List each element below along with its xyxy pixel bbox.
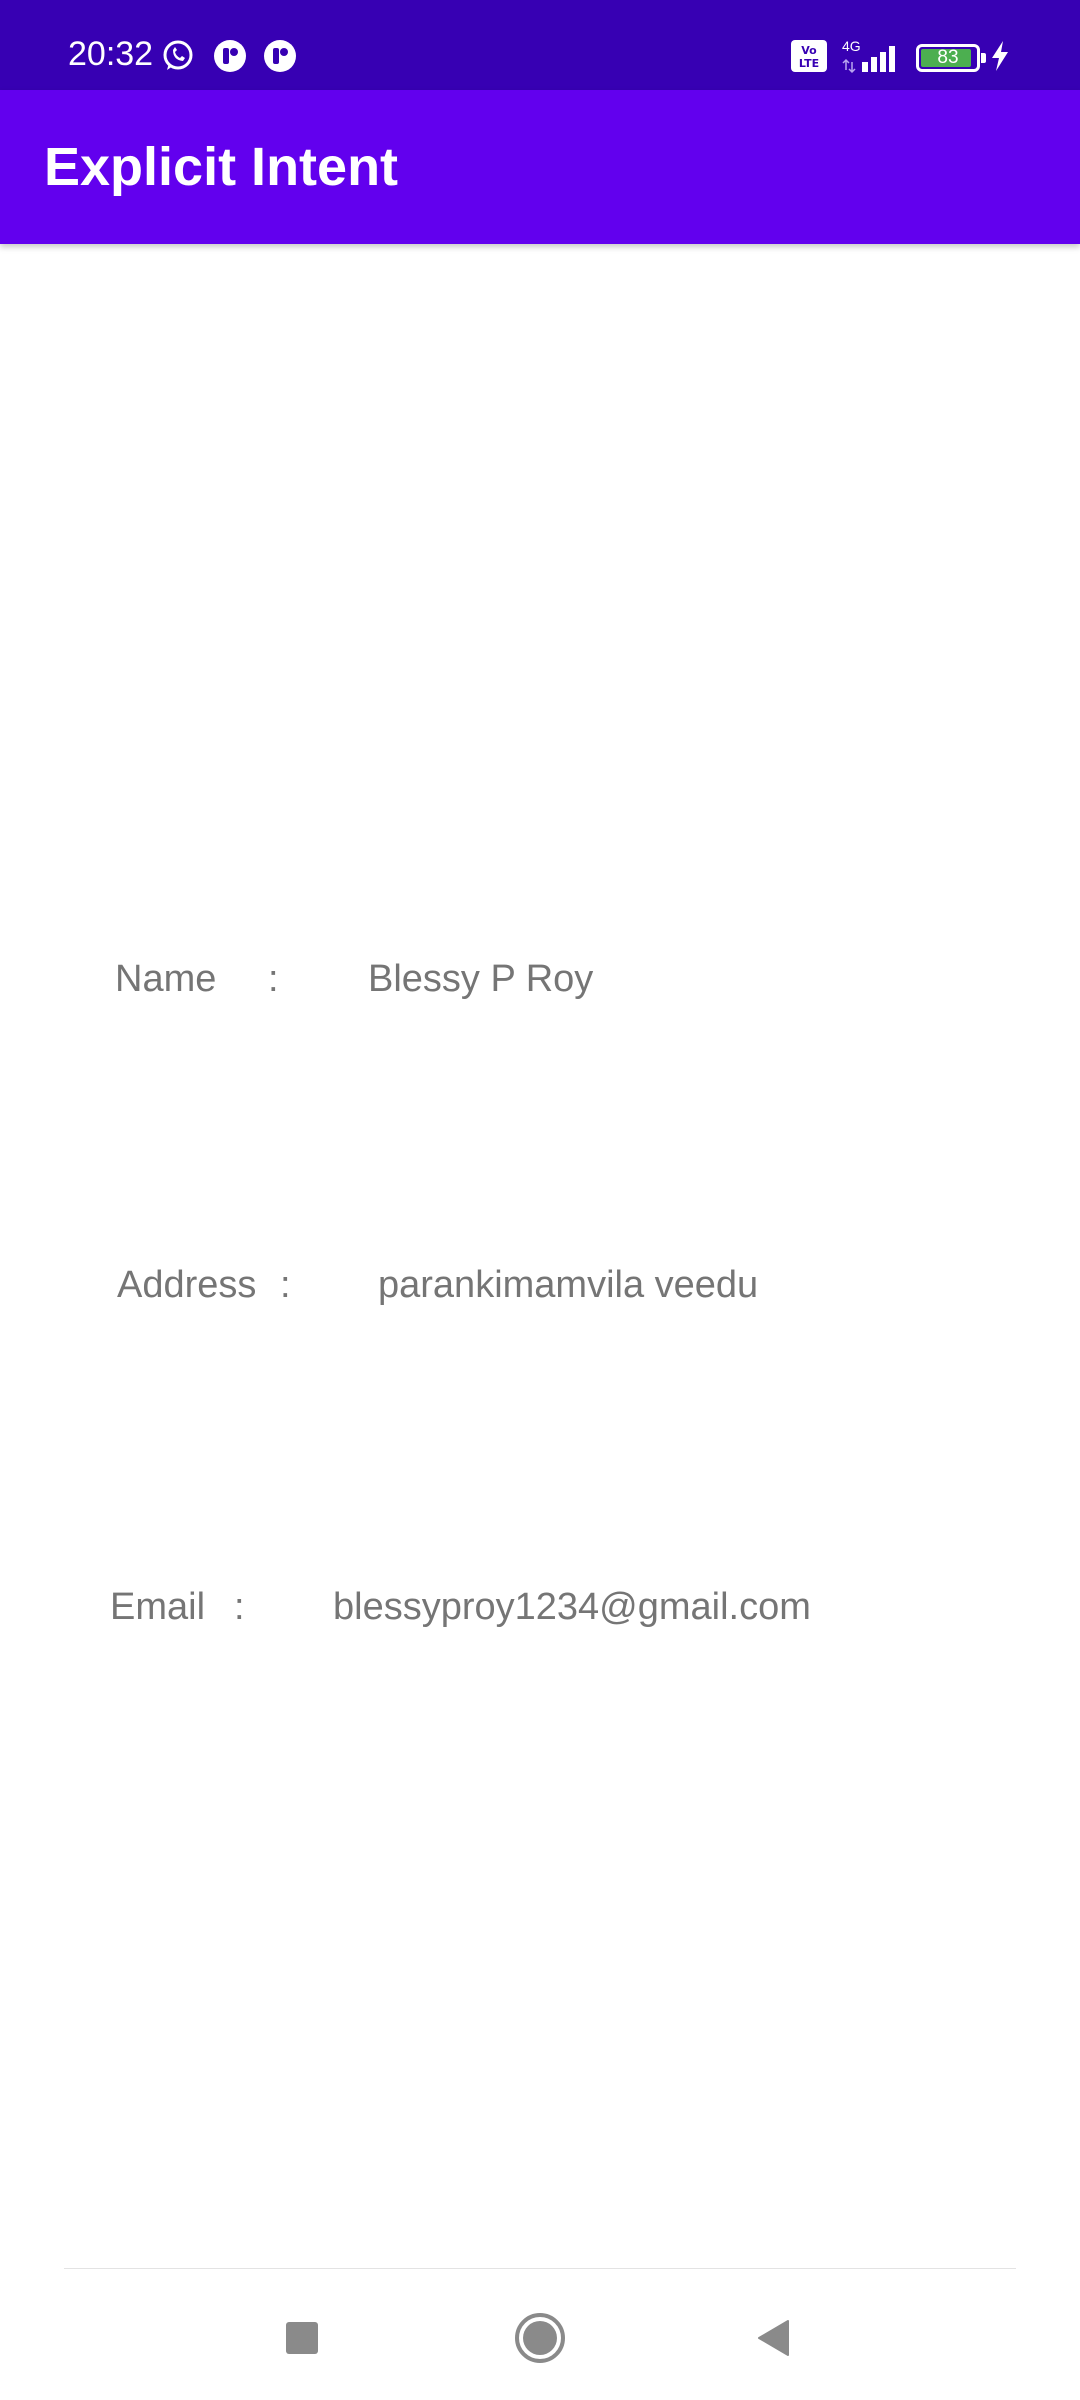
email-colon: : [234, 1586, 245, 1628]
notification-icon [264, 40, 296, 72]
battery-level: 83 [937, 47, 959, 68]
name-value: Blessy P Roy [368, 958, 594, 1000]
battery-icon: 83 [916, 44, 986, 72]
address-label: Address [117, 1264, 257, 1306]
status-time: 20:32 [68, 35, 154, 73]
back-icon [758, 2320, 789, 2356]
notification-icon [214, 40, 246, 72]
charging-icon [992, 41, 1008, 71]
name-colon: : [268, 958, 279, 1000]
svg-text:Vo: Vo [801, 44, 817, 57]
home-icon [515, 2313, 565, 2363]
svg-text:LTE: LTE [799, 57, 819, 70]
email-value: blessyproy1234@gmail.com [333, 1586, 811, 1628]
email-label: Email [110, 1586, 206, 1628]
app-bar: Explicit Intent [0, 90, 1080, 244]
nav-divider [64, 2268, 1016, 2269]
recents-icon [286, 2322, 318, 2354]
volte-icon: Vo LTE [791, 40, 827, 72]
page-title: Explicit Intent [44, 137, 399, 197]
back-button[interactable] [736, 2300, 812, 2376]
status-bar: 20:32 Vo LTE 4G 83 [0, 0, 1080, 90]
address-colon: : [280, 1264, 291, 1306]
name-label: Name [115, 958, 217, 1000]
whatsapp-icon [163, 40, 193, 70]
home-button[interactable] [502, 2300, 578, 2376]
address-value: parankimamvila veedu [378, 1264, 759, 1306]
recents-button[interactable] [264, 2300, 340, 2376]
signal-icon [842, 46, 895, 74]
